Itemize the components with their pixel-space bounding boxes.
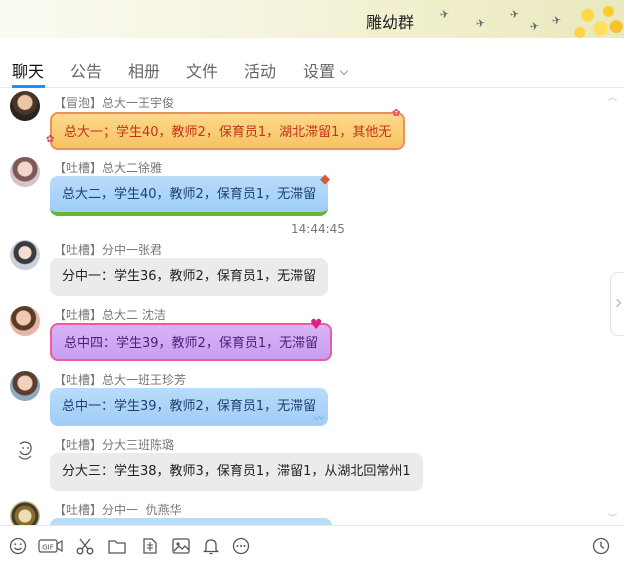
more-icon[interactable] [231,536,251,556]
tab-files[interactable]: 文件 [186,58,218,82]
message-timestamp: 14:44:45 [291,222,345,236]
message-bubble[interactable]: 总中四：学生39，教师2，保育员1，无滞留 [50,323,333,361]
scroll-up-icon[interactable]: ︿ [608,90,617,103]
message-bubble[interactable]: 总大二，学生40，教师2，保育员1，无滞留 [50,176,329,216]
doc-icon[interactable] [140,536,160,556]
tab-announcements[interactable]: 公告 [70,58,102,82]
avatar[interactable] [10,91,40,121]
bell-icon[interactable] [201,536,221,556]
gif-label: GIF [42,544,54,552]
sender-name: 【吐槽】分中一张君 [54,243,163,257]
input-toolbar: GIF [0,525,624,565]
avatar[interactable] [10,157,40,187]
sender-name: 【吐槽】总大二 沈洁 [54,308,166,322]
lips-icon: ♥ [310,317,323,333]
bubble-ribbon-icon: ✿ [392,108,401,119]
scissors-icon[interactable] [75,536,95,556]
wave-icon: 〰 [314,414,324,425]
chevron-down-icon [339,66,349,76]
avatar[interactable] [10,501,40,525]
sender-name: 【冒泡】总大一王宇俊 [54,96,175,110]
message-list[interactable]: 【冒泡】总大一王宇俊 总大一；学生40，教师2，保育员1，湖北滞留1，其他无 ✿… [0,88,624,525]
message-bubble[interactable]: 总大一；学生40，教师2，保育员1，湖北滞留1，其他无 [50,112,406,150]
sender-name: 【吐槽】分中一 仇燕华 [54,503,182,517]
gif-icon[interactable]: GIF [38,536,64,556]
title-bar: 雕幼群 ✈ ✈ ✈ ✈ ✈ [0,0,624,38]
plane-decoration-icon: ✈ [529,19,541,34]
tab-bar: 聊天 公告 相册 文件 活动 设置 [0,38,624,88]
avatar[interactable] [10,240,40,270]
avatar[interactable] [10,436,40,466]
flower-decoration [572,0,624,38]
folder-icon[interactable] [107,536,127,556]
history-clock-icon[interactable] [591,536,611,556]
kite-icon: ◆ [320,172,330,187]
avatar[interactable] [10,306,40,336]
emoji-icon[interactable] [8,536,28,556]
bubble-ribbon-icon: ✿ [46,134,55,145]
message-bubble[interactable]: 分中一：学生36，教师2，保育员1，无滞留 [50,258,329,296]
image-icon[interactable] [171,536,191,556]
plane-decoration-icon: ✈ [475,16,487,31]
sender-name: 【吐槽】总大一班王珍芳 [54,373,187,387]
scroll-down-icon[interactable]: ﹀ [608,511,617,524]
message-bubble[interactable]: 总中一：学生39，教师2，保育员1，无滞留 [50,388,329,426]
sender-name: 【吐槽】分大三班陈璐 [54,438,175,452]
plane-decoration-icon: ✈ [551,13,563,28]
sketch-avatar-icon [18,441,32,460]
tab-activities[interactable]: 活动 [244,58,276,82]
tab-settings[interactable]: 设置 [303,58,349,82]
side-panel-toggle[interactable] [610,272,624,336]
tab-settings-label: 设置 [303,62,336,81]
tab-album[interactable]: 相册 [128,58,160,82]
group-title: 雕幼群 [366,13,415,32]
tab-chat[interactable]: 聊天 [12,58,44,82]
message-bubble[interactable]: 分大三：学生38，教师3，保育员1，滞留1，从湖北回常州1 [50,453,423,491]
plane-decoration-icon: ✈ [439,7,451,22]
plane-decoration-icon: ✈ [509,7,521,22]
chevron-right-icon [612,298,622,308]
sender-name: 【吐槽】总大二徐雅 [54,161,163,175]
message-bubble[interactable] [50,518,332,525]
avatar[interactable] [10,371,40,401]
